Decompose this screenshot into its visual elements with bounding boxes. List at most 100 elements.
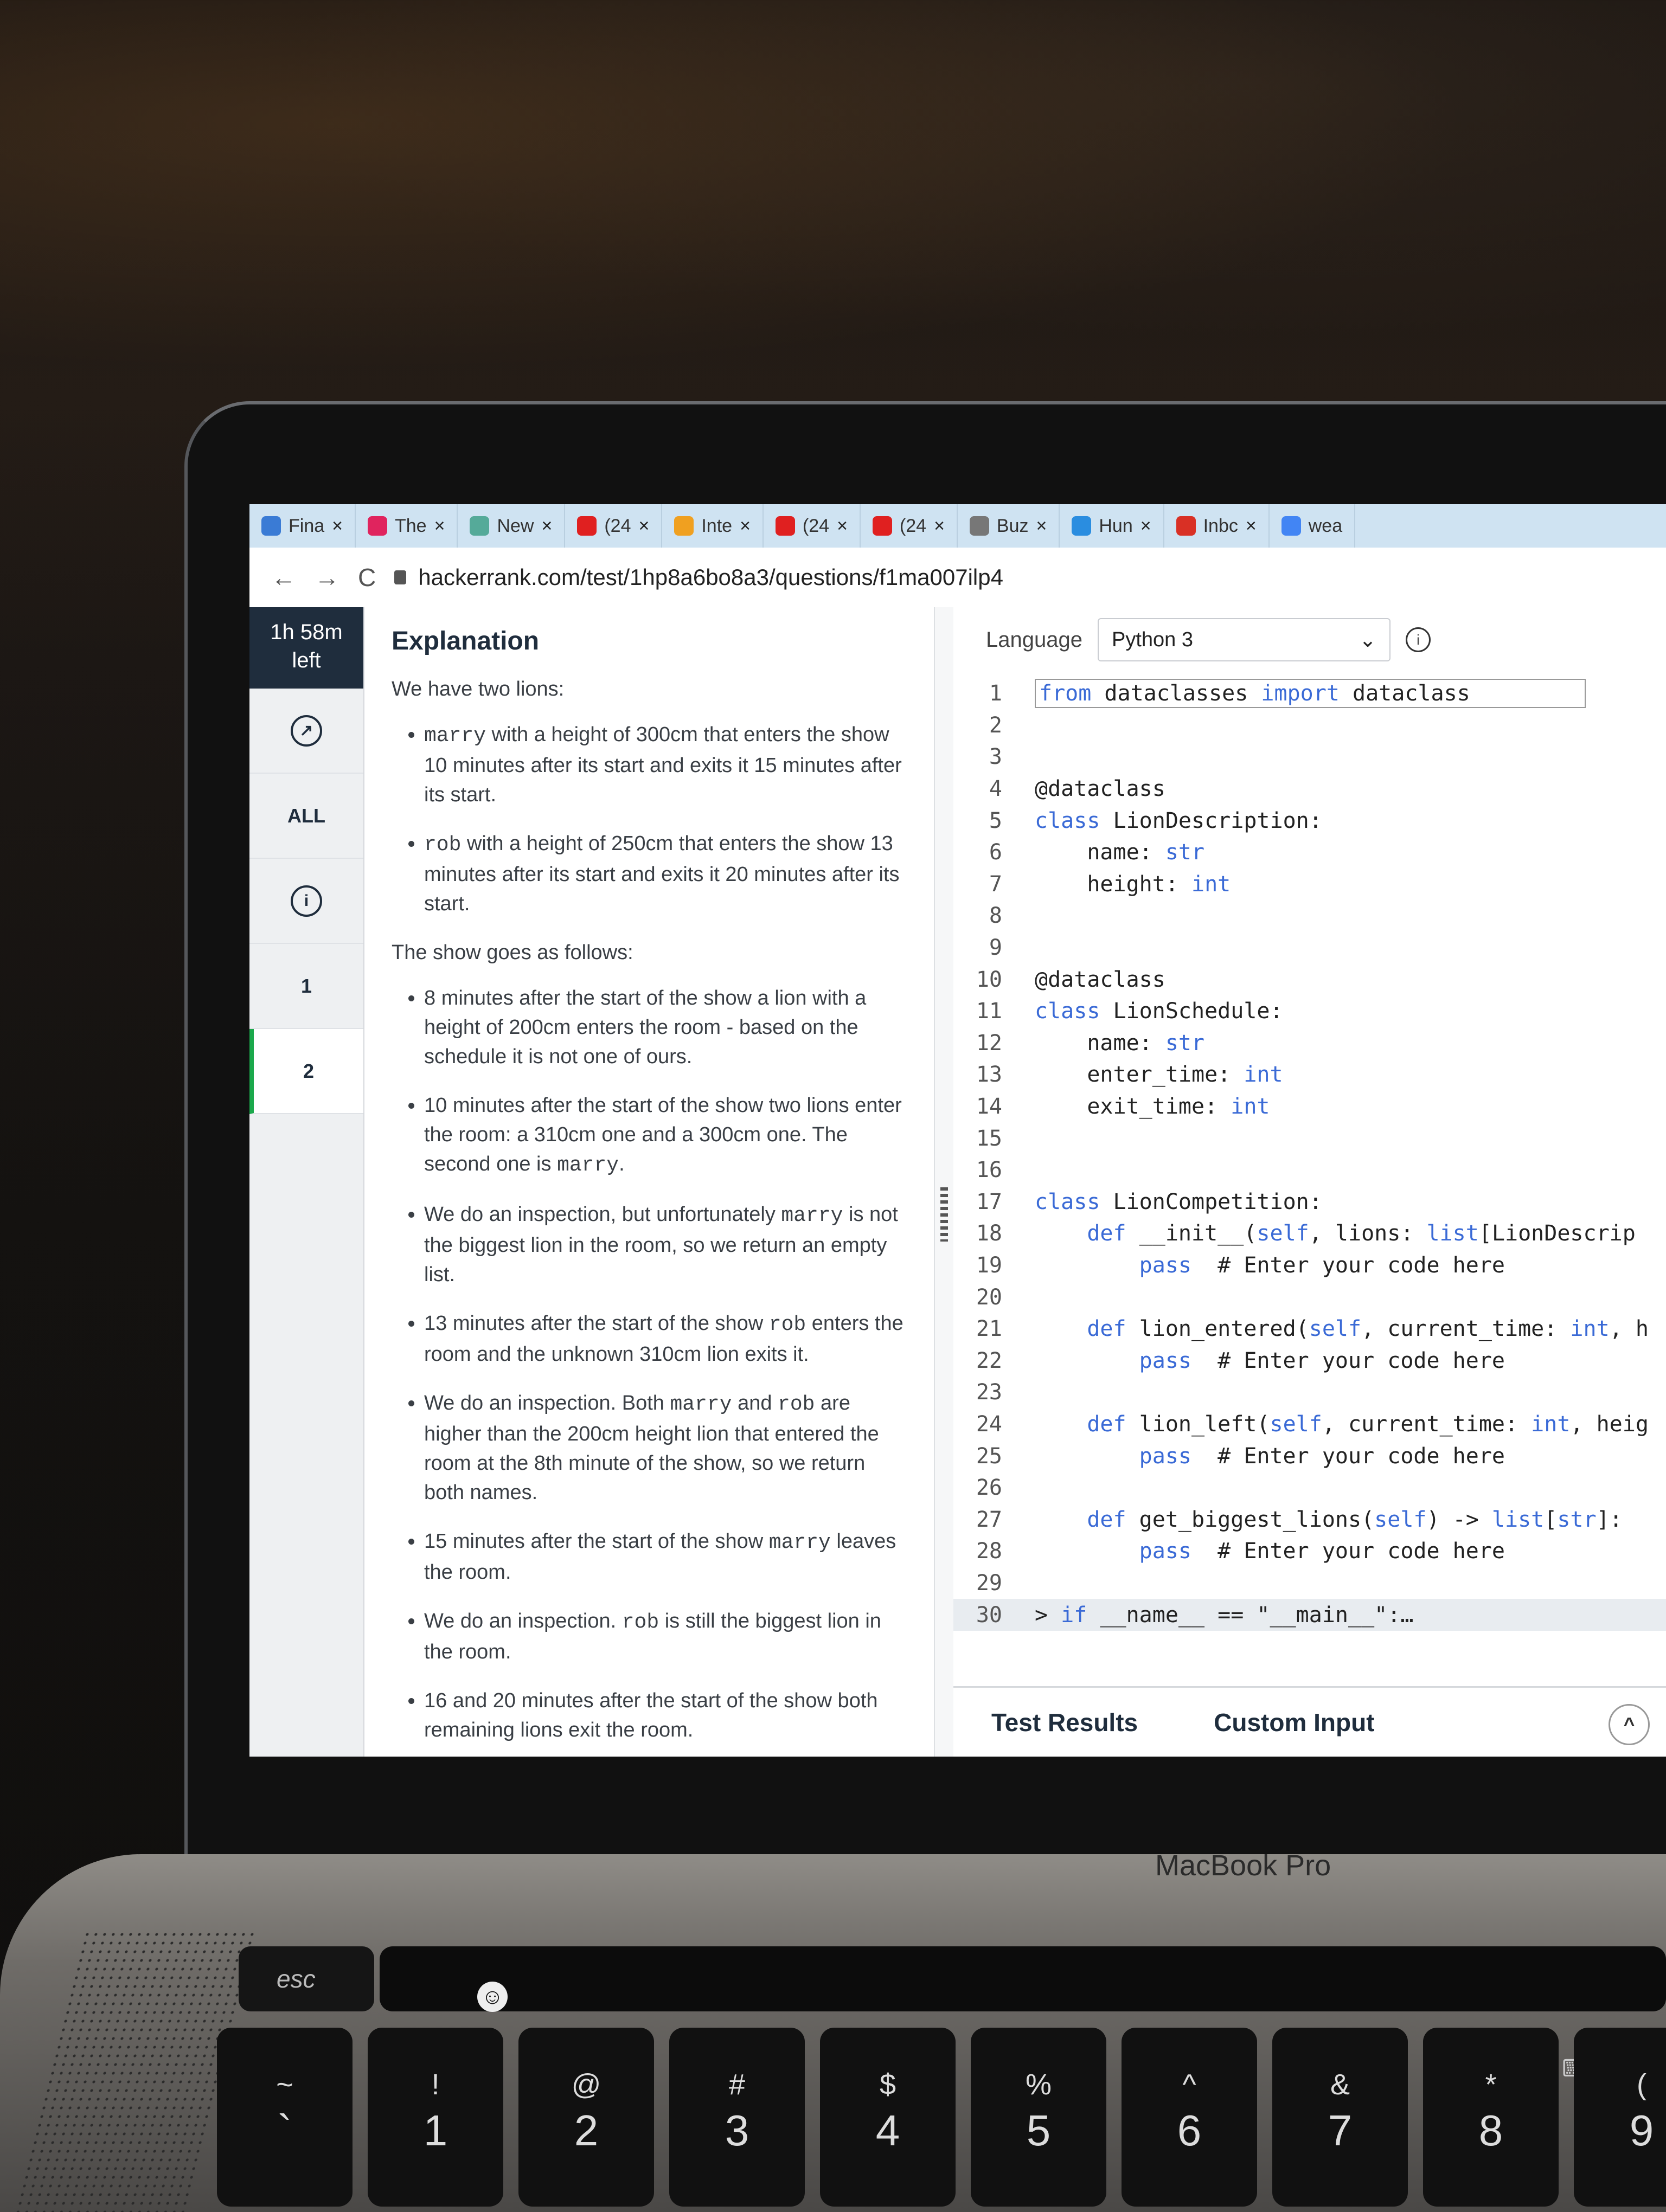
- browser-tab[interactable]: wea: [1270, 504, 1356, 548]
- keyboard-key[interactable]: ^ 6: [1122, 2028, 1257, 2207]
- code-text: from dataclasses import dataclass: [1035, 679, 1586, 709]
- question-2-button[interactable]: 2: [249, 1029, 363, 1114]
- list-item: We do an inspection, but unfortunately m…: [424, 1200, 907, 1289]
- close-icon[interactable]: ×: [541, 516, 552, 537]
- back-icon[interactable]: ←: [271, 563, 296, 592]
- code-line: 28 pass # Enter your code here: [953, 1535, 1666, 1567]
- key-symbol: 7: [1328, 2106, 1353, 2155]
- esc-key[interactable]: esc: [239, 1946, 374, 2011]
- keyboard-key[interactable]: #3: [669, 2028, 805, 2207]
- info-icon[interactable]: i: [1405, 627, 1431, 652]
- browser-tab[interactable]: (24 ×: [764, 504, 861, 548]
- key-shift-symbol: (: [1637, 2068, 1646, 2101]
- code-line: 23: [953, 1377, 1666, 1409]
- question-1-button[interactable]: 1: [249, 944, 363, 1029]
- code-line: 29: [953, 1567, 1666, 1599]
- chevron-up-icon[interactable]: ^: [1609, 1704, 1650, 1745]
- key-symbol: 3: [725, 2106, 749, 2155]
- youtube-icon: [577, 516, 597, 536]
- reload-icon[interactable]: C: [358, 563, 376, 592]
- keyboard-key[interactable]: ~ `: [217, 2028, 353, 2207]
- code-text: exit_time: int: [1087, 1094, 1270, 1120]
- line-number: 16: [976, 1158, 1002, 1183]
- lion-name: marry: [424, 724, 486, 748]
- emoji-icon[interactable]: ☺: [477, 1982, 508, 2012]
- lock-icon: [394, 570, 407, 584]
- close-icon[interactable]: ×: [1246, 516, 1257, 537]
- line-number: 19: [976, 1252, 1002, 1278]
- close-icon[interactable]: ×: [332, 516, 343, 537]
- browser-tab[interactable]: New ×: [458, 504, 566, 548]
- drag-handle-icon[interactable]: [940, 1187, 948, 1242]
- code-line: 11 class LionSchedule:: [953, 995, 1666, 1027]
- code-text: > if __name__ == "__main__":…: [1035, 1602, 1414, 1628]
- code-text: pass # Enter your code here: [1139, 1443, 1505, 1469]
- browser-tab[interactable]: Fina ×: [249, 504, 356, 548]
- touch-bar[interactable]: [380, 1946, 1666, 2011]
- language-select[interactable]: Python 3 ⌄: [1097, 618, 1391, 661]
- code-text: @dataclass: [1035, 967, 1165, 992]
- browser-tab[interactable]: (24 ×: [861, 504, 958, 548]
- tab-test-results[interactable]: Test Results: [991, 1708, 1138, 1737]
- tab-label: Hun: [1099, 515, 1133, 536]
- line-number: 25: [976, 1443, 1002, 1469]
- browser-tab[interactable]: Inte ×: [662, 504, 764, 548]
- url-field[interactable]: hackerrank.com/test/1hp8a6bo8a3/question…: [394, 564, 1003, 590]
- key-symbol: 8: [1478, 2106, 1503, 2155]
- browser-tab[interactable]: Hun ×: [1060, 504, 1164, 548]
- browser-tab[interactable]: The ×: [356, 504, 458, 548]
- close-icon[interactable]: ×: [934, 516, 945, 537]
- compass-button[interactable]: ↗: [249, 689, 363, 774]
- close-icon[interactable]: ×: [1036, 516, 1047, 537]
- key-shift-symbol: %: [1025, 2068, 1052, 2101]
- key-shift-symbol: ^: [1182, 2068, 1196, 2101]
- step-text: We do an inspection.: [424, 1610, 622, 1632]
- youtube-icon: [368, 516, 387, 536]
- keyboard-key[interactable]: & 7: [1272, 2028, 1408, 2207]
- lion-description: with a height of 250cm that enters the s…: [424, 832, 900, 915]
- keyboard-key[interactable]: $4: [820, 2028, 956, 2207]
- keyboard-key[interactable]: @2: [518, 2028, 654, 2207]
- key-symbol: 5: [1026, 2106, 1051, 2155]
- pane-splitter[interactable]: [934, 607, 954, 1757]
- close-icon[interactable]: ×: [434, 516, 445, 537]
- close-icon[interactable]: ×: [837, 516, 848, 537]
- keyboard-key[interactable]: * 8: [1423, 2028, 1559, 2207]
- code-text: name: str: [1087, 840, 1205, 865]
- code-line: 24 def lion_left(self, current_time: int…: [953, 1409, 1666, 1441]
- show-steps-list: 8 minutes after the start of the show a …: [392, 983, 907, 1745]
- keyboard-key[interactable]: ! 1: [368, 2028, 503, 2207]
- close-icon[interactable]: ×: [740, 516, 751, 537]
- close-icon[interactable]: ×: [1140, 516, 1151, 537]
- keyboard-key[interactable]: % 5: [971, 2028, 1106, 2207]
- background-room: [0, 0, 1666, 412]
- browser-tab[interactable]: Inbc ×: [1164, 504, 1270, 548]
- info-button[interactable]: i: [249, 859, 363, 944]
- keyboard-key[interactable]: (9: [1574, 2028, 1666, 2207]
- code-line: 25 pass # Enter your code here: [953, 1440, 1666, 1472]
- all-questions-button[interactable]: ALL: [249, 774, 363, 859]
- tab-label: New: [497, 515, 534, 536]
- time-remaining: 1h 58m left: [249, 607, 363, 689]
- line-number: 12: [976, 1030, 1002, 1056]
- tab-label: (24: [802, 515, 830, 536]
- code-line: 27 def get_biggest_lions(self) -> list[s…: [953, 1503, 1666, 1535]
- browser-tab[interactable]: Buz ×: [958, 504, 1060, 548]
- compass-icon: ↗: [291, 715, 322, 747]
- key-shift-symbol: !: [431, 2068, 440, 2101]
- code-area[interactable]: 1 from dataclasses import dataclass 2 3 4 @da…: [953, 678, 1666, 1631]
- youtube-icon: [872, 516, 892, 536]
- browser-tab[interactable]: (24 ×: [565, 504, 663, 548]
- timer-line-2: left: [292, 648, 321, 672]
- code-line: 6 name: str: [953, 837, 1666, 869]
- tab-custom-input[interactable]: Custom Input: [1214, 1708, 1374, 1737]
- forward-icon[interactable]: →: [315, 563, 339, 592]
- code-text: def __init__(self, lions: list[LionDescr…: [1087, 1221, 1636, 1246]
- show-heading: The show goes as follows:: [392, 941, 633, 964]
- step-text: We do an inspection. Both: [424, 1392, 670, 1414]
- line-number: 3: [989, 744, 1002, 770]
- line-number: 26: [976, 1475, 1002, 1501]
- line-number: 11: [976, 999, 1002, 1024]
- close-icon[interactable]: ×: [638, 516, 649, 537]
- url-text: hackerrank.com/test/1hp8a6bo8a3/question…: [418, 564, 1003, 590]
